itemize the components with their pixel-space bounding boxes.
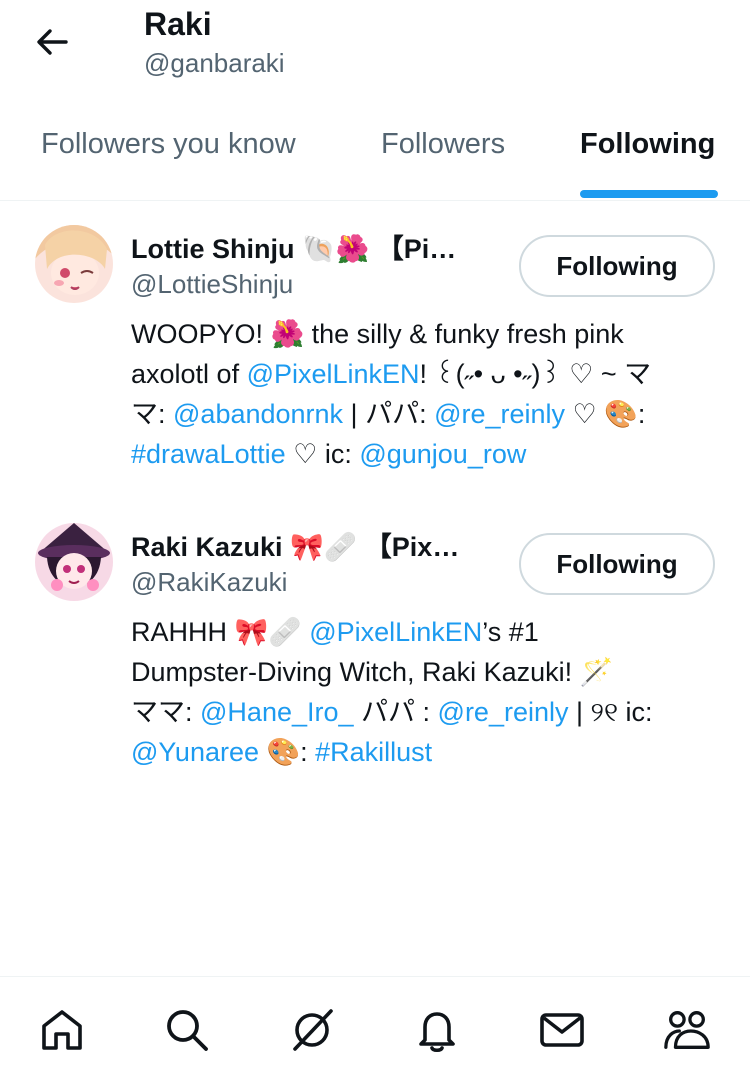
mention-link[interactable]: @re_reinly	[434, 399, 565, 429]
back-button[interactable]	[30, 20, 74, 64]
bio-text: WOOPYO! 🌺 the silly & funky fresh pink	[131, 319, 624, 349]
search-icon	[167, 1010, 208, 1051]
following-button[interactable]: Following	[519, 235, 715, 297]
tab-followers-you-know[interactable]: Followers you know	[41, 128, 296, 161]
top-bar: Raki @ganbaraki	[0, 0, 750, 110]
bio-text: ♡ ic:	[285, 439, 360, 469]
mention-link[interactable]: @PixelLinkEN	[309, 617, 482, 647]
active-tab-indicator	[580, 190, 718, 198]
bio-text: 🎨:	[259, 737, 316, 767]
nav-notifications[interactable]	[412, 1005, 462, 1055]
bio-line: ママ: @Hane_Iro_ パパ : @re_reinly | ୨୧ ic:	[131, 692, 711, 732]
mention-link[interactable]: @PixelLinkEN	[247, 359, 420, 389]
nav-search[interactable]	[162, 1005, 212, 1055]
bio-text: RAHHH 🎀🩹	[131, 617, 310, 647]
bio-text: ! ꒰(˶• ᴗ •˶)꒱ ♡ ~ マ	[419, 359, 652, 389]
page-title: Raki	[144, 6, 212, 42]
grok-icon	[293, 1009, 333, 1051]
user-handle[interactable]: @LottieShinju	[131, 269, 293, 300]
mention-link[interactable]: @Hane_Iro_	[200, 697, 354, 727]
bio-text: ♡ 🎨:	[565, 399, 646, 429]
bio-text: Dumpster-Diving Witch, Raki Kazuki! 🪄	[131, 657, 614, 687]
user-bio: WOOPYO! 🌺 the silly & funky fresh pink a…	[131, 314, 711, 474]
avatar[interactable]	[35, 523, 113, 601]
communities-icon	[664, 1011, 710, 1049]
user-bio: RAHHH 🎀🩹 @PixelLinkEN’s #1 Dumpster-Divi…	[131, 612, 711, 772]
bio-line: マ: @abandonrnk | パパ: @re_reinly ♡ 🎨:	[131, 394, 711, 434]
back-arrow-icon	[37, 29, 68, 55]
mention-link[interactable]: @re_reinly	[438, 697, 569, 727]
page-handle: @ganbaraki	[144, 48, 285, 78]
mention-link[interactable]: @Yunaree	[131, 737, 259, 767]
hashtag-link[interactable]: #Rakillust	[315, 737, 432, 767]
bio-line: Dumpster-Diving Witch, Raki Kazuki! 🪄	[131, 652, 711, 692]
bio-line: WOOPYO! 🌺 the silly & funky fresh pink	[131, 314, 711, 354]
bio-text: | ୨୧ ic:	[568, 697, 653, 727]
avatar[interactable]	[35, 225, 113, 303]
bio-text: axolotl of	[131, 359, 247, 389]
avatar-lottie-image	[35, 225, 113, 303]
bio-text: ママ:	[131, 697, 201, 727]
tab-following[interactable]: Following	[580, 128, 715, 161]
tab-followers[interactable]: Followers	[381, 128, 505, 161]
bottom-nav	[0, 976, 750, 1065]
bio-text: マ:	[131, 399, 174, 429]
nav-messages[interactable]	[537, 1005, 587, 1055]
mention-link[interactable]: @abandonrnk	[173, 399, 343, 429]
display-name[interactable]: Raki Kazuki 🎀🩹 【Pix…	[131, 525, 491, 564]
messages-icon	[540, 1013, 584, 1047]
bio-line: @Yunaree 🎨: #Rakillust	[131, 732, 711, 772]
bio-text: | パパ:	[343, 399, 435, 429]
bio-line: axolotl of @PixelLinkEN! ꒰(˶• ᴗ •˶)꒱ ♡ ~…	[131, 354, 711, 394]
following-button[interactable]: Following	[519, 533, 715, 595]
user-handle[interactable]: @RakiKazuki	[131, 567, 287, 598]
mention-link[interactable]: @gunjou_row	[359, 439, 526, 469]
tab-bar: Followers you know Followers Following	[0, 110, 750, 201]
hashtag-link[interactable]: #drawaLottie	[131, 439, 286, 469]
notifications-icon	[419, 1012, 455, 1053]
nav-home[interactable]	[37, 1005, 87, 1055]
nav-grok[interactable]	[287, 1005, 337, 1055]
bio-text: パパ :	[353, 697, 438, 727]
avatar-raki-image	[35, 523, 113, 601]
bio-line: #drawaLottie ♡ ic: @gunjou_row	[131, 434, 711, 474]
display-name[interactable]: Lottie Shinju 🐚🌺 【Pi…	[131, 227, 491, 266]
nav-communities[interactable]	[662, 1005, 712, 1055]
home-icon	[42, 1010, 82, 1050]
bio-line: RAHHH 🎀🩹 @PixelLinkEN’s #1	[131, 612, 711, 652]
bio-text: ’s #1	[482, 617, 539, 647]
